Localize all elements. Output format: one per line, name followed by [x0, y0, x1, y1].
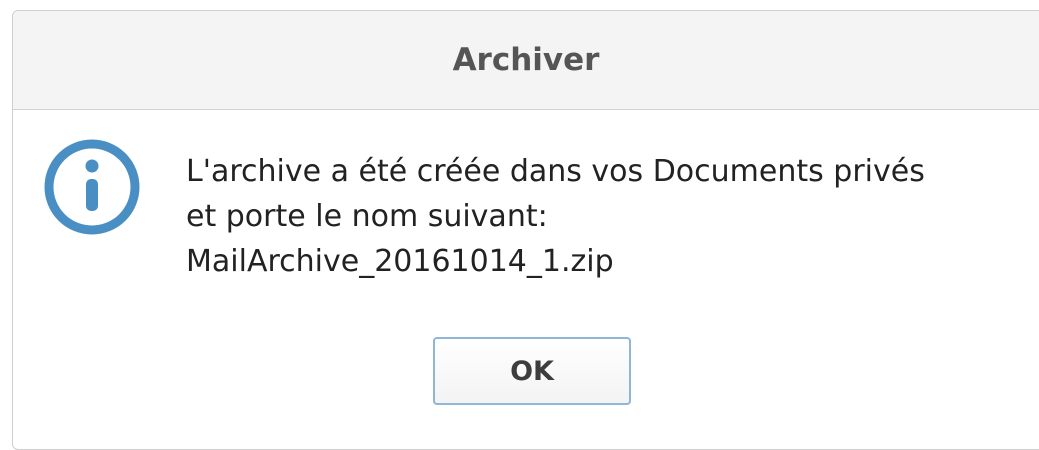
dialog-message: L'archive a été créée dans vos Documents…: [186, 149, 925, 284]
message-filename: MailArchive_20161014_1.zip: [186, 244, 614, 279]
dialog-title: Archiver: [452, 42, 600, 78]
info-icon: [43, 138, 141, 236]
message-line-2: et porte le nom suivant:: [186, 199, 548, 234]
archiver-dialog: Archiver L'archive a été créée dans vos …: [12, 10, 1039, 450]
dialog-titlebar[interactable]: Archiver: [13, 11, 1039, 110]
message-line-1: L'archive a été créée dans vos Documents…: [186, 154, 925, 189]
ok-button-label: OK: [510, 355, 554, 387]
ok-button[interactable]: OK: [433, 337, 631, 405]
